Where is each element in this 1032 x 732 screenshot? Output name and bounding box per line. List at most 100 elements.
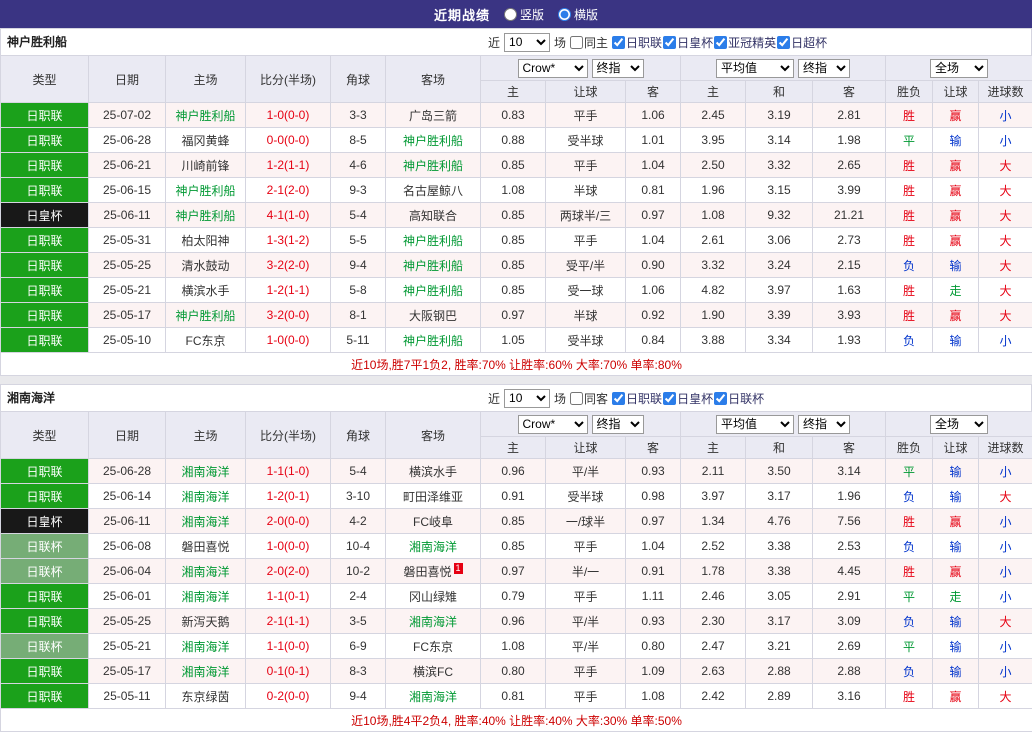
result-outcome-cell: 平 xyxy=(886,584,933,609)
euro-away-odds-cell: 2.81 xyxy=(813,103,886,128)
corner-cell: 4-2 xyxy=(331,509,386,534)
league-filter-option[interactable]: 日职联 xyxy=(612,390,662,407)
euro-draw-odds-cell: 3.38 xyxy=(746,534,813,559)
league-checkbox[interactable] xyxy=(714,392,727,405)
euro-draw-odds-cell: 3.34 xyxy=(746,328,813,353)
result-handicap-cell: 输 xyxy=(933,634,979,659)
page-title: 近期战绩 xyxy=(434,5,490,24)
corner-cell: 4-6 xyxy=(331,153,386,178)
filter-bar: 神户胜利船 近 10 场 同主 日职联日皇杯亚冠精英日超杯 xyxy=(0,28,1032,55)
euro-draw-odds-cell: 2.89 xyxy=(746,684,813,709)
euro-odds-time-select[interactable]: 终指 xyxy=(798,415,850,434)
euro-away-odds-cell: 21.21 xyxy=(813,203,886,228)
asian-handicap-cell: 平手 xyxy=(546,153,626,178)
result-header: 全场 xyxy=(886,412,1032,437)
layout-option-horizontal[interactable]: 横版 xyxy=(558,6,598,23)
euro-away-odds-cell: 2.88 xyxy=(813,659,886,684)
date-cell: 25-06-14 xyxy=(89,484,166,509)
league-filter-option[interactable]: 日联杯 xyxy=(714,390,764,407)
same-home-checkbox[interactable] xyxy=(570,36,583,49)
vertical-layout-radio[interactable] xyxy=(504,8,517,21)
layout-option-vertical[interactable]: 竖版 xyxy=(504,6,544,23)
asian-away-odds-cell: 1.06 xyxy=(626,103,681,128)
col-header-euro-draw: 和 xyxy=(746,437,813,459)
result-outcome-cell: 负 xyxy=(886,609,933,634)
result-handicap-cell: 走 xyxy=(933,278,979,303)
result-outcome-cell: 胜 xyxy=(886,228,933,253)
league-type-cell: 日职联 xyxy=(1,459,89,484)
euro-away-odds-cell: 3.16 xyxy=(813,684,886,709)
match-count-select[interactable]: 10 xyxy=(504,389,550,408)
result-scope-select[interactable]: 全场 xyxy=(930,415,988,434)
asian-odds-time-select[interactable]: 终指 xyxy=(592,415,644,434)
asian-odds-source-select[interactable]: Crow* xyxy=(518,415,588,434)
corner-cell: 5-4 xyxy=(331,203,386,228)
euro-away-odds-cell: 2.73 xyxy=(813,228,886,253)
euro-odds-source-select[interactable]: 平均值 xyxy=(716,415,794,434)
asian-handicap-cell: 一/球半 xyxy=(546,509,626,534)
asian-home-odds-cell: 0.85 xyxy=(481,278,546,303)
league-label: 日职联 xyxy=(626,34,662,51)
match-row: 日职联25-07-02神户胜利船1-0(0-0)3-3广岛三箭0.83平手1.0… xyxy=(1,103,1032,128)
league-filter-option[interactable]: 日皇杯 xyxy=(663,390,713,407)
asian-away-odds-cell: 0.80 xyxy=(626,634,681,659)
result-handicap-cell: 赢 xyxy=(933,153,979,178)
col-header-asian-handicap: 让球 xyxy=(546,437,626,459)
league-type-cell: 日职联 xyxy=(1,328,89,353)
league-checkbox[interactable] xyxy=(663,36,676,49)
league-checkbox[interactable] xyxy=(612,36,625,49)
league-checkbox[interactable] xyxy=(663,392,676,405)
euro-home-odds-cell: 3.32 xyxy=(681,253,746,278)
league-filter-option[interactable]: 日职联 xyxy=(612,34,662,51)
date-cell: 25-05-21 xyxy=(89,634,166,659)
euro-odds-header: 平均值 终指 xyxy=(681,412,886,437)
league-type-cell: 日联杯 xyxy=(1,534,89,559)
away-team-cell: 磐田喜悦1 xyxy=(386,559,481,584)
result-handicap-cell: 输 xyxy=(933,534,979,559)
asian-odds-time-select[interactable]: 终指 xyxy=(592,59,644,78)
match-row: 日联杯25-05-21湘南海洋1-1(0-0)6-9FC东京1.08平/半0.8… xyxy=(1,634,1032,659)
col-header-result-handicap: 让球 xyxy=(933,81,979,103)
league-checkbox[interactable] xyxy=(714,36,727,49)
euro-draw-odds-cell: 3.32 xyxy=(746,153,813,178)
col-header-result-goals: 进球数 xyxy=(979,437,1032,459)
league-filter-group: 日职联日皇杯亚冠精英日超杯 xyxy=(612,34,827,51)
euro-odds-time-select[interactable]: 终指 xyxy=(798,59,850,78)
euro-home-odds-cell: 2.52 xyxy=(681,534,746,559)
league-filter-option[interactable]: 亚冠精英 xyxy=(714,34,776,51)
result-outcome-cell: 平 xyxy=(886,459,933,484)
col-header-result-outcome: 胜负 xyxy=(886,81,933,103)
league-checkbox[interactable] xyxy=(777,36,790,49)
asian-odds-source-select[interactable]: Crow* xyxy=(518,59,588,78)
euro-odds-source-select[interactable]: 平均值 xyxy=(716,59,794,78)
euro-draw-odds-cell: 3.19 xyxy=(746,103,813,128)
score-cell: 1-1(1-0) xyxy=(246,459,331,484)
asian-handicap-cell: 平手 xyxy=(546,659,626,684)
col-header-type: 类型 xyxy=(1,56,89,103)
match-row: 日皇杯25-06-11神户胜利船4-1(1-0)5-4高知联合0.85两球半/三… xyxy=(1,203,1032,228)
league-filter-option[interactable]: 日超杯 xyxy=(777,34,827,51)
league-filter-option[interactable]: 日皇杯 xyxy=(663,34,713,51)
result-outcome-cell: 胜 xyxy=(886,278,933,303)
asian-handicap-cell: 平手 xyxy=(546,103,626,128)
league-label: 日联杯 xyxy=(728,390,764,407)
horizontal-layout-radio[interactable] xyxy=(558,8,571,21)
same-away-checkbox[interactable] xyxy=(570,392,583,405)
match-count-select[interactable]: 10 xyxy=(504,33,550,52)
asian-odds-header: Crow* 终指 xyxy=(481,412,681,437)
league-type-cell: 日职联 xyxy=(1,609,89,634)
asian-away-odds-cell: 0.92 xyxy=(626,303,681,328)
corner-cell: 3-5 xyxy=(331,609,386,634)
result-handicap-cell: 赢 xyxy=(933,178,979,203)
same-venue-option[interactable]: 同主 xyxy=(570,34,608,51)
match-row: 日职联25-05-17湘南海洋0-1(0-1)8-3横滨FC0.80平手1.09… xyxy=(1,659,1032,684)
date-cell: 25-06-08 xyxy=(89,534,166,559)
same-away-label: 同客 xyxy=(584,390,608,407)
result-scope-select[interactable]: 全场 xyxy=(930,59,988,78)
league-checkbox[interactable] xyxy=(612,392,625,405)
euro-away-odds-cell: 1.98 xyxy=(813,128,886,153)
col-header-asian-handicap: 让球 xyxy=(546,81,626,103)
same-venue-option[interactable]: 同客 xyxy=(570,390,608,407)
team-section-shonan: 湘南海洋 近 10 场 同客 日职联日皇杯日联杯 类型 日期 主场 比分(半场) xyxy=(0,384,1032,732)
result-goals-cell: 小 xyxy=(979,128,1032,153)
